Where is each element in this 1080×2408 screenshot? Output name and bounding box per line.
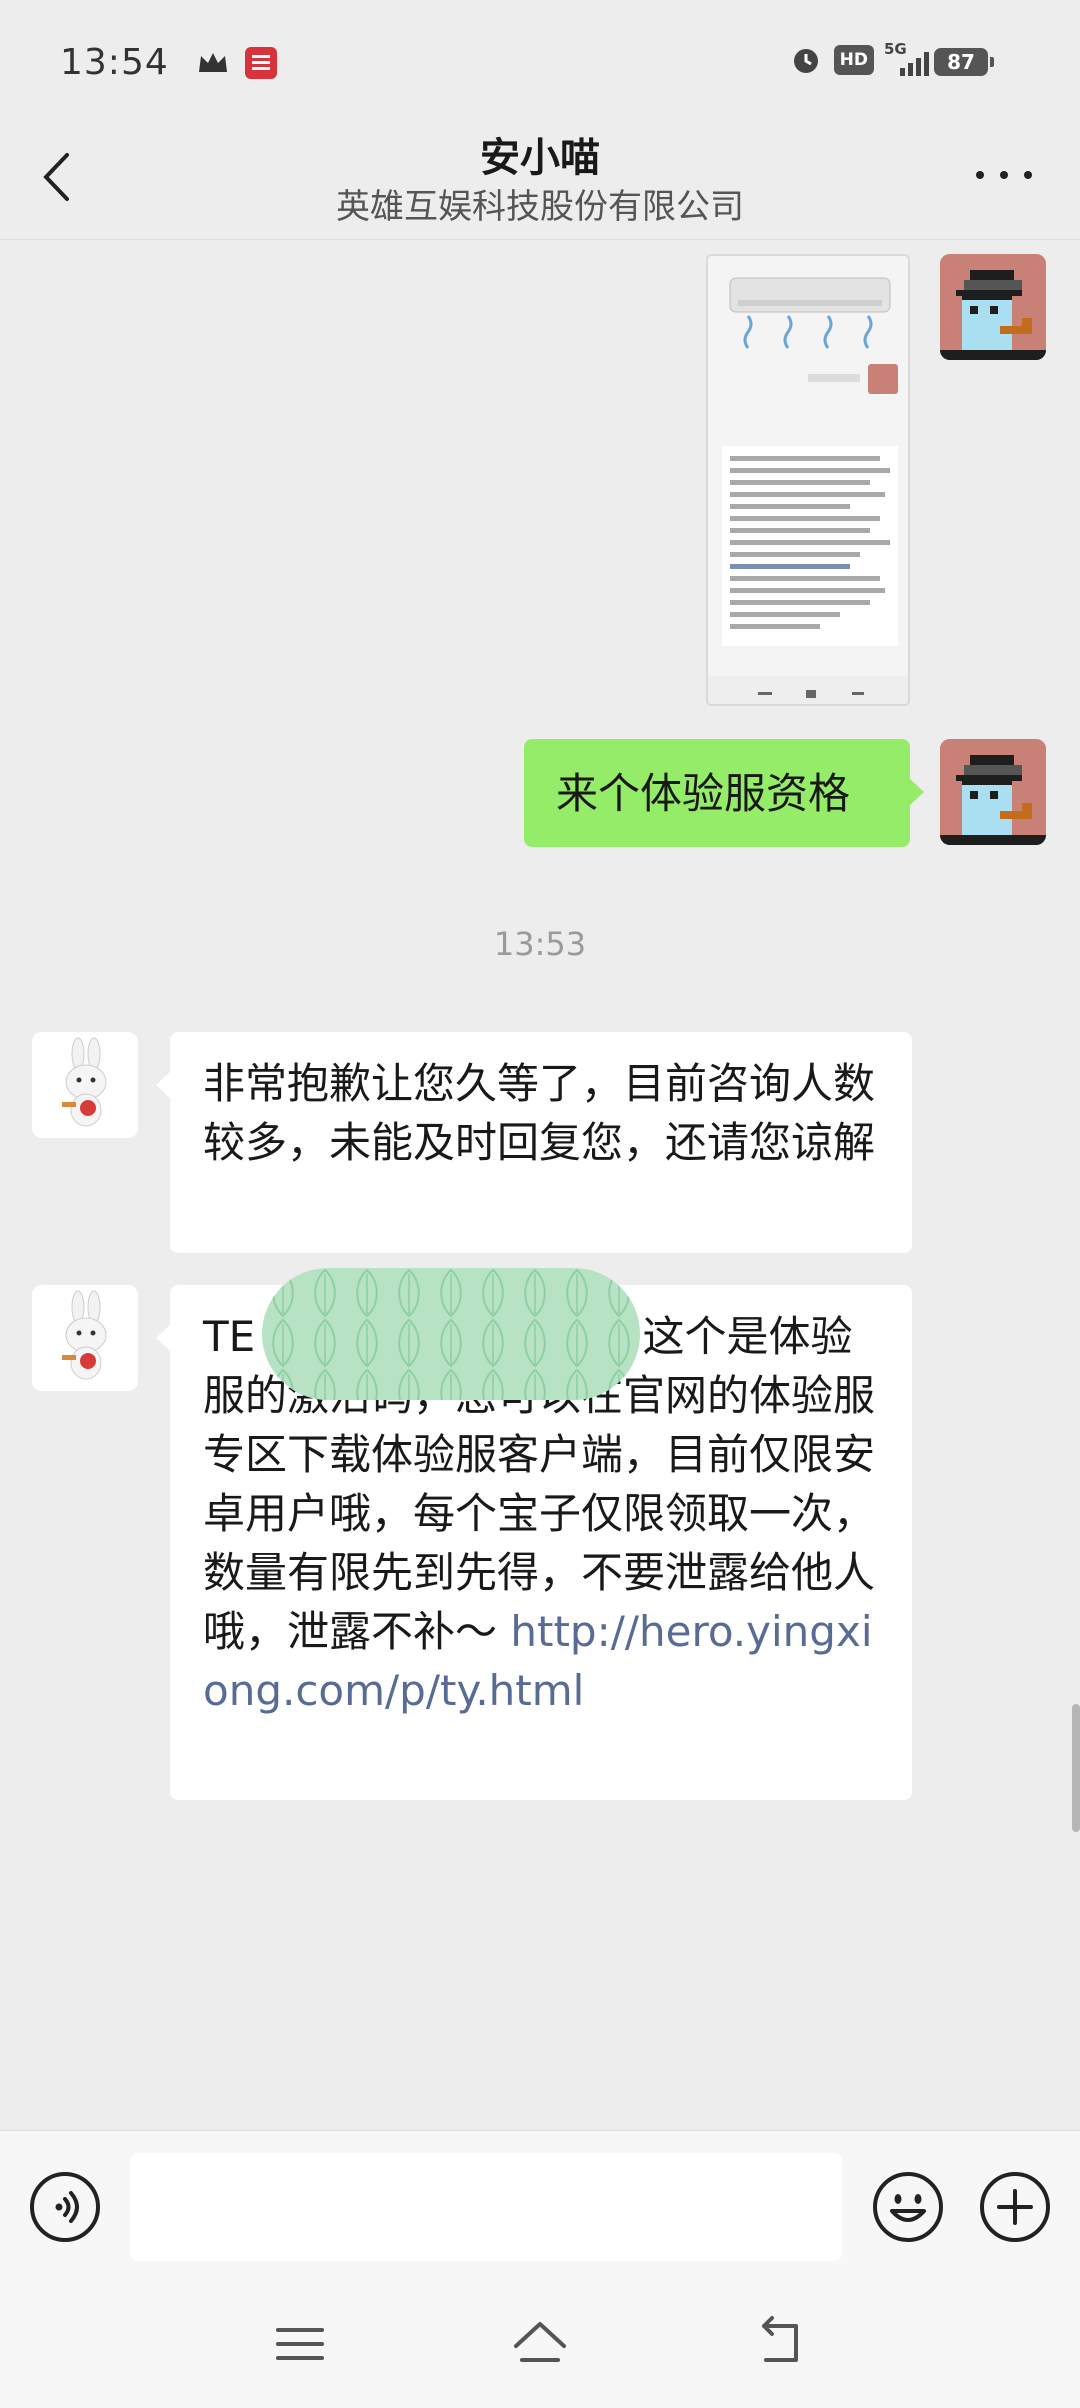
status-system-icons: HD 5G: [790, 40, 930, 76]
scroll-indicator[interactable]: [1072, 1704, 1080, 1832]
more-button[interactable]: [976, 155, 1032, 195]
bot-message-bubble[interactable]: 非常抱歉让您久等了，目前咨询人数较多，未能及时回复您，还请您谅解: [156, 1032, 912, 1253]
chat-title: 安小喵: [480, 135, 600, 181]
battery-indicator: 87: [934, 48, 994, 76]
status-notification-icons: [197, 46, 277, 79]
home-icon: [514, 2322, 566, 2362]
menu-icon: [276, 2328, 324, 2360]
plus-icon: [980, 2172, 1050, 2242]
self-avatar[interactable]: [940, 739, 1046, 845]
rabbit-mascot-icon: [32, 1032, 138, 1138]
bot-message-text: 非常抱歉让您久等了，目前咨询人数较多，未能及时回复您，还请您谅解: [203, 1059, 876, 1167]
bot-avatar[interactable]: [32, 1285, 138, 1391]
pixel-avatar-icon: [940, 254, 1046, 360]
nav-home-button[interactable]: [510, 2314, 570, 2374]
self-message-bubble[interactable]: 来个体验服资格: [524, 739, 924, 847]
message-input[interactable]: [130, 2153, 842, 2261]
hd-badge: HD: [833, 45, 874, 75]
bot-avatar[interactable]: [32, 1032, 138, 1138]
chat-header: 安小喵 英雄互娱科技股份有限公司: [0, 125, 1080, 240]
rabbit-mascot-icon: [32, 1285, 138, 1391]
more-functions-button[interactable]: [979, 2171, 1051, 2243]
more-dots-icon: [976, 171, 984, 179]
back-arrow-icon: [762, 2316, 798, 2362]
pixel-avatar-icon: [940, 739, 1046, 845]
bot-message-code-prefix: TE: [203, 1312, 256, 1361]
nav-back-button[interactable]: [750, 2314, 810, 2374]
self-message-text: 来个体验服资格: [556, 768, 851, 818]
network-type-label: 5G: [884, 40, 907, 58]
voice-button[interactable]: [29, 2171, 101, 2243]
crown-icon: [198, 52, 227, 72]
signal-icon: 5G: [884, 40, 930, 76]
emoji-button[interactable]: [872, 2171, 944, 2243]
image-message[interactable]: [706, 254, 910, 706]
nav-menu-button[interactable]: [270, 2314, 330, 2374]
input-bar: [0, 2130, 1080, 2286]
time-divider: 13:53: [493, 925, 587, 963]
redaction-sticker: [262, 1268, 640, 1400]
alarm-icon: [793, 49, 818, 73]
self-avatar[interactable]: [940, 254, 1046, 360]
chat-subtitle: 英雄互娱科技股份有限公司: [336, 187, 744, 227]
screenshot-thumbnail: [708, 256, 908, 704]
app-notification-icon: [244, 46, 277, 79]
voice-icon: [30, 2172, 100, 2242]
emoji-icon: [873, 2172, 943, 2242]
system-navigation-bar: [0, 2286, 1080, 2408]
status-time: 13:54: [60, 42, 169, 83]
